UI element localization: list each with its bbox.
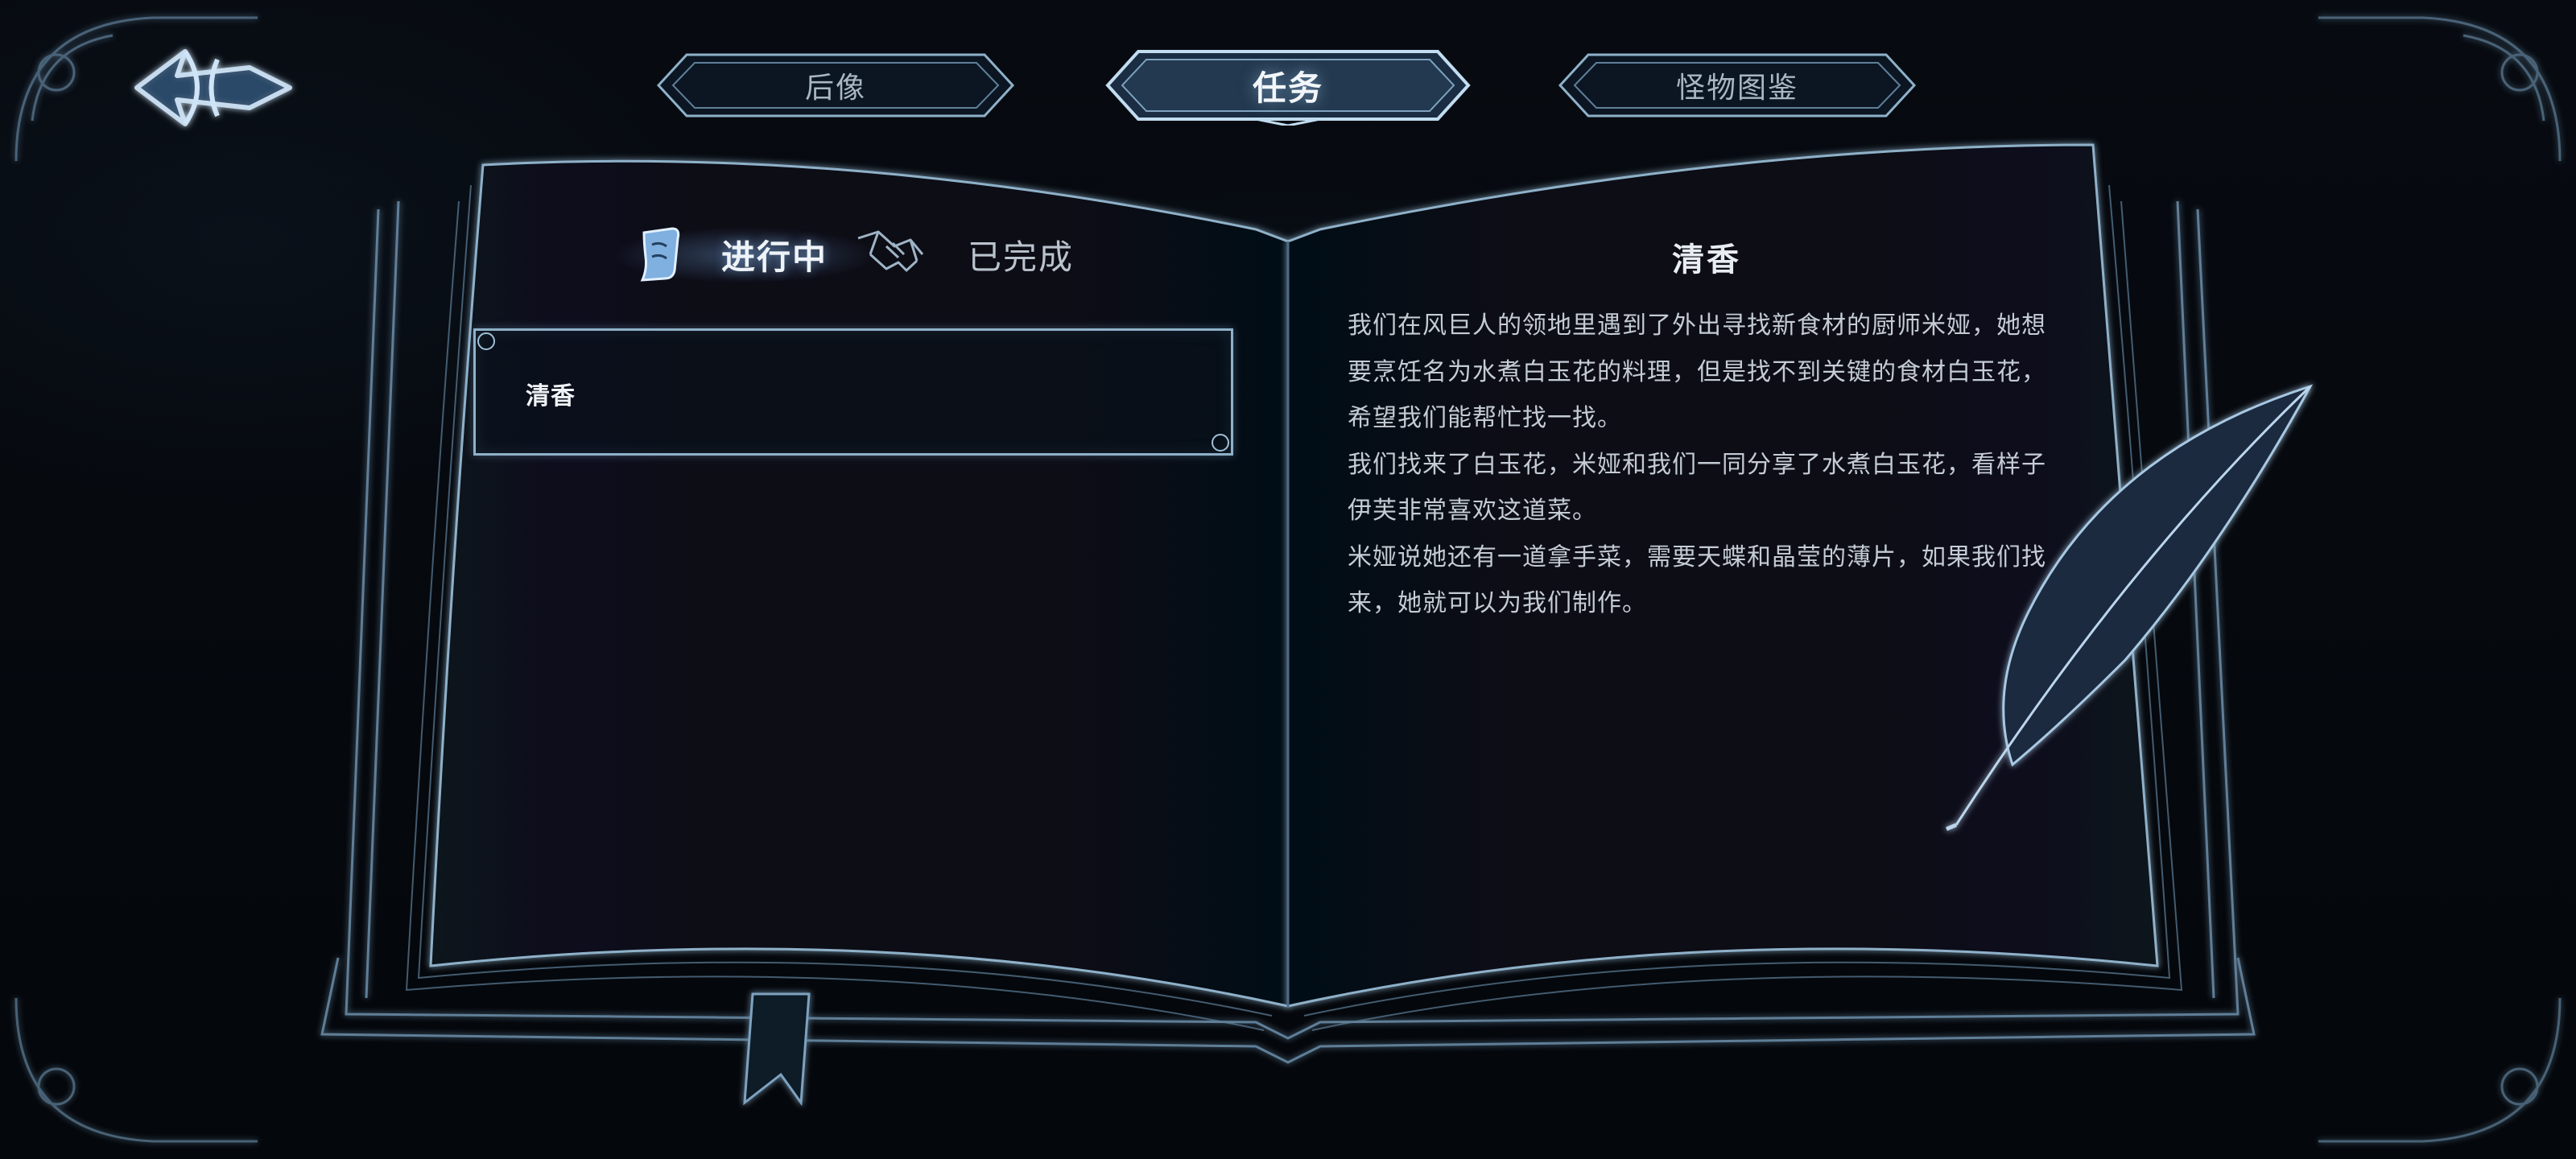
filter-completed-label: 已完成 <box>968 237 1075 277</box>
tab-bestiary-label: 怪物图鉴 <box>1675 72 1798 105</box>
back-button[interactable] <box>129 35 306 140</box>
tab-afterimage[interactable]: 后像 <box>650 45 1021 126</box>
quest-journal-screen: 后像 任务 怪物图鉴 进行中 已完成 清香 清香 我们在风巨人的领地里遇到了外出… <box>0 0 2576 1159</box>
item-corner <box>477 332 495 350</box>
filter-ongoing-label: 进行中 <box>721 237 828 277</box>
bookmark-ribbon <box>743 992 811 1107</box>
item-corner <box>1212 434 1229 452</box>
quest-detail-title: 清香 <box>1672 241 1741 278</box>
tab-quests-label: 任务 <box>1252 68 1323 108</box>
quest-detail-paragraph: 我们在风巨人的领地里遇到了外出寻找新食材的厨师米娅，她想要烹饪名为水煮白玉花的料… <box>1348 311 2046 432</box>
quest-detail-body: 我们在风巨人的领地里遇到了外出寻找新食材的厨师米娅，她想要烹饪名为水煮白玉花的料… <box>1348 303 2056 627</box>
tab-afterimage-label: 后像 <box>804 72 866 105</box>
filter-completed-button[interactable]: 已完成 <box>853 211 1095 291</box>
filter-ongoing-button[interactable]: 进行中 <box>612 211 877 291</box>
handshake-icon <box>857 230 924 272</box>
quest-detail-paragraph: 我们找来了白玉花，米娅和我们一同分享了水煮白玉花，看样子伊芙非常喜欢这道菜。 <box>1348 450 2046 526</box>
tab-quests[interactable]: 任务 <box>1103 45 1473 126</box>
quest-item-title: 清香 <box>526 382 576 410</box>
scroll-icon <box>640 227 680 282</box>
back-arrow-icon <box>134 49 292 126</box>
tab-bestiary[interactable]: 怪物图鉴 <box>1552 45 1922 126</box>
quest-detail-paragraph: 米娅说她还有一道拿手菜，需要天蝶和晶莹的薄片，如果我们找来，她就可以为我们制作。 <box>1348 542 2046 618</box>
book-illustration <box>14 16 2562 1143</box>
quest-list-item[interactable]: 清香 <box>473 328 1233 456</box>
